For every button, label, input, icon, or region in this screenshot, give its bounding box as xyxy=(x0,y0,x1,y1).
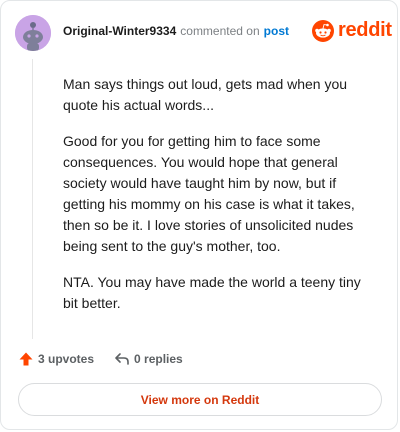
reddit-alien-icon xyxy=(312,19,334,42)
comment-header: Original-Winter9334 commented on post xyxy=(63,24,289,38)
reddit-logo[interactable]: reddit xyxy=(312,19,392,42)
comment-paragraph: NTA. You may have made the world a teeny… xyxy=(63,274,361,311)
reply-button[interactable]: 0 replies xyxy=(114,351,183,367)
comment-paragraph: Man says things out loud, gets mad when … xyxy=(63,76,348,113)
embed-card: Original-Winter9334 commented on post re… xyxy=(0,0,398,430)
upvote-button[interactable]: 3 upvotes xyxy=(18,351,94,367)
reddit-wordmark: reddit xyxy=(338,19,392,41)
view-more-button[interactable]: View more on Reddit xyxy=(18,383,382,416)
comment-footer: 3 upvotes 0 replies xyxy=(18,351,183,367)
reply-icon xyxy=(115,353,129,365)
avatar[interactable] xyxy=(15,15,51,51)
snoo-avatar-icon xyxy=(15,15,51,51)
thread-line xyxy=(32,59,33,339)
upvote-arrow-icon xyxy=(19,352,33,366)
action-text: commented on xyxy=(180,24,260,38)
reply-count: 0 replies xyxy=(134,352,183,366)
upvote-count: 3 upvotes xyxy=(38,352,95,366)
post-link[interactable]: post xyxy=(264,24,289,38)
comment-paragraph: Good for you for getting him to face som… xyxy=(63,133,355,254)
author-username[interactable]: Original-Winter9334 xyxy=(63,24,176,38)
comment-body: Man says things out loud, gets mad when … xyxy=(63,74,373,329)
